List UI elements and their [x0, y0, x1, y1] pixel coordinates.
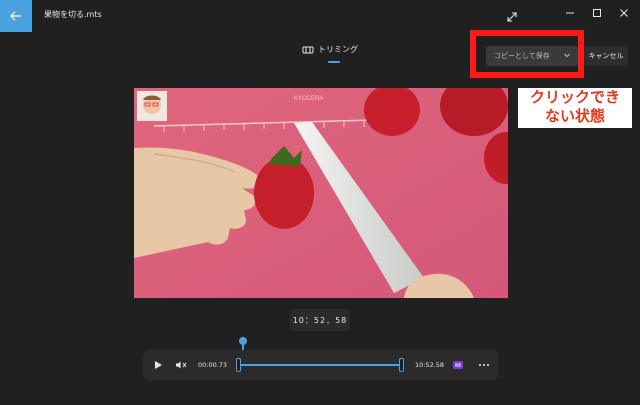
maximize-button[interactable] [585, 4, 609, 22]
annotation-note: クリックでき ない状態 [518, 88, 632, 128]
annotation-line-1: クリックでき [529, 88, 620, 106]
clip-button[interactable] [451, 358, 465, 372]
start-time-label: 00:00.73 [198, 361, 228, 369]
cancel-button[interactable]: キャンセル [584, 46, 628, 66]
save-copy-button[interactable]: コピーとして保存 [486, 46, 578, 66]
tab-active-indicator [328, 61, 340, 63]
minimize-icon [566, 12, 574, 14]
play-button[interactable] [149, 356, 167, 374]
video-watermark: KYOCERA [294, 96, 323, 102]
back-button[interactable] [0, 0, 32, 32]
trim-start-handle[interactable] [236, 358, 241, 372]
title-bar: 果物を切る.mts [0, 0, 640, 32]
close-button[interactable] [612, 4, 636, 22]
back-arrow-icon [10, 11, 21, 21]
window-title: 果物を切る.mts [44, 10, 102, 19]
clip-icon [453, 361, 463, 369]
more-button[interactable] [477, 358, 491, 372]
highlight-inner: コピーとして保存 [476, 36, 578, 72]
current-time-display: 10：52．58 [290, 309, 350, 331]
maximize-icon [593, 9, 601, 17]
video-frame: KYOCERA [134, 88, 508, 298]
more-icon [479, 364, 489, 366]
trim-end-handle[interactable] [399, 358, 404, 372]
video-preview: KYOCERA [134, 88, 508, 298]
chevron-down-icon [564, 53, 570, 58]
expand-icon[interactable] [505, 9, 519, 23]
tab-trim[interactable]: トリミング [302, 44, 358, 55]
close-icon [620, 9, 628, 17]
trim-icon [302, 46, 314, 53]
play-icon [155, 361, 162, 369]
save-copy-label: コピーとして保存 [494, 52, 550, 60]
playback-bar: 00:00.73 10:52.58 [143, 350, 498, 380]
tab-trim-label: トリミング [318, 45, 358, 54]
highlight-box: コピーとして保存 [470, 30, 584, 78]
trim-track[interactable] [239, 364, 401, 366]
volume-button[interactable] [174, 358, 188, 372]
minimize-button[interactable] [558, 4, 582, 22]
playhead-handle[interactable] [239, 337, 247, 345]
mute-icon [176, 361, 187, 369]
annotation-line-2: ない状態 [544, 107, 605, 125]
end-time-label: 10:52.58 [415, 361, 445, 369]
